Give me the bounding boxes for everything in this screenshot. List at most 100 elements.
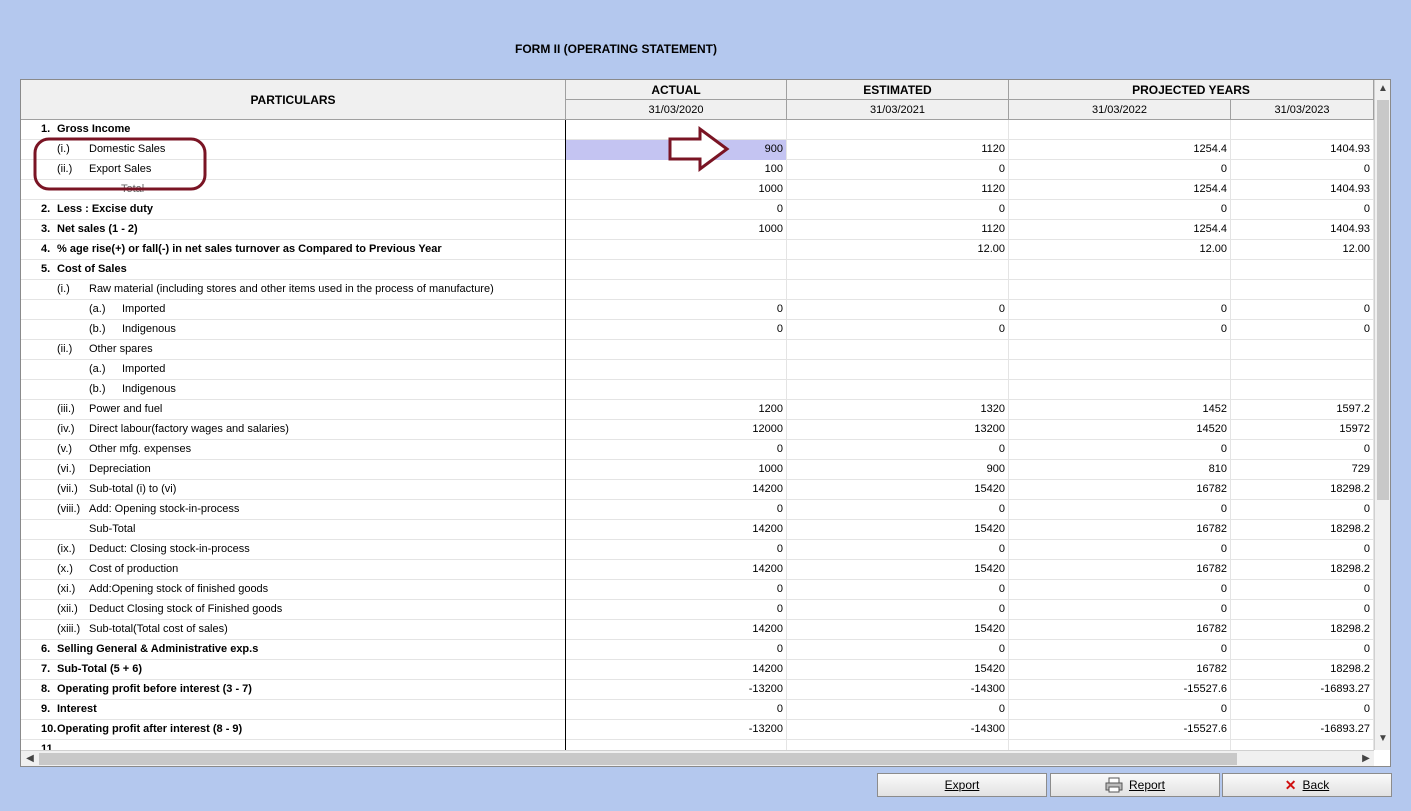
- value-cell[interactable]: -15527.6: [1009, 680, 1231, 700]
- value-cell[interactable]: 0: [1009, 580, 1231, 600]
- value-cell[interactable]: 1404.93: [1231, 220, 1374, 240]
- value-cell[interactable]: -13200: [566, 720, 787, 740]
- table-row[interactable]: (ii.) Export Sales 100 0 0 0: [21, 160, 1374, 180]
- value-cell[interactable]: 0: [566, 700, 787, 720]
- value-cell[interactable]: 18298.2: [1231, 660, 1374, 680]
- value-cell[interactable]: 0: [566, 500, 787, 520]
- table-row[interactable]: 2. Less : Excise duty 0 0 0 0: [21, 200, 1374, 220]
- value-cell[interactable]: 14520: [1009, 420, 1231, 440]
- value-cell[interactable]: [566, 340, 787, 360]
- value-cell[interactable]: 12.00: [1009, 240, 1231, 260]
- table-row[interactable]: (iii.) Power and fuel 1200 1320 1452 1597.2: [21, 400, 1374, 420]
- value-cell[interactable]: 12000: [566, 420, 787, 440]
- value-cell[interactable]: -16893.27: [1231, 680, 1374, 700]
- value-cell[interactable]: [566, 240, 787, 260]
- value-cell[interactable]: 1120: [787, 180, 1009, 200]
- scroll-left-icon[interactable]: ◀: [23, 752, 37, 766]
- vertical-scroll-thumb[interactable]: [1377, 100, 1389, 500]
- value-cell[interactable]: 900: [566, 140, 787, 160]
- value-cell[interactable]: 14200: [566, 560, 787, 580]
- value-cell[interactable]: 0: [787, 580, 1009, 600]
- value-cell[interactable]: 0: [787, 640, 1009, 660]
- value-cell[interactable]: [566, 260, 787, 280]
- value-cell[interactable]: 0: [787, 160, 1009, 180]
- value-cell[interactable]: [1009, 260, 1231, 280]
- table-row[interactable]: (b.) Indigenous 0 0 0 0: [21, 320, 1374, 340]
- value-cell[interactable]: 15420: [787, 620, 1009, 640]
- value-cell[interactable]: 0: [566, 200, 787, 220]
- value-cell[interactable]: 0: [1009, 440, 1231, 460]
- value-cell[interactable]: 0: [1009, 640, 1231, 660]
- value-cell[interactable]: 18298.2: [1231, 480, 1374, 500]
- horizontal-scrollbar[interactable]: ◀ ▶: [21, 750, 1374, 766]
- value-cell[interactable]: 0: [566, 600, 787, 620]
- value-cell[interactable]: 1597.2: [1231, 400, 1374, 420]
- value-cell[interactable]: 0: [1009, 500, 1231, 520]
- value-cell[interactable]: 1320: [787, 400, 1009, 420]
- value-cell[interactable]: 15420: [787, 520, 1009, 540]
- value-cell[interactable]: 1404.93: [1231, 180, 1374, 200]
- value-cell[interactable]: 14200: [566, 660, 787, 680]
- value-cell[interactable]: 1000: [566, 220, 787, 240]
- table-row[interactable]: 5. Cost of Sales: [21, 260, 1374, 280]
- value-cell[interactable]: 18298.2: [1231, 520, 1374, 540]
- value-cell[interactable]: [566, 380, 787, 400]
- value-cell[interactable]: 16782: [1009, 620, 1231, 640]
- export-button[interactable]: Export: [877, 773, 1047, 797]
- value-cell[interactable]: 0: [1231, 580, 1374, 600]
- value-cell[interactable]: [1009, 360, 1231, 380]
- value-cell[interactable]: [787, 280, 1009, 300]
- operating-statement-grid[interactable]: PARTICULARS ACTUAL ESTIMATED PROJECTED Y…: [20, 79, 1391, 767]
- table-row[interactable]: (x.) Cost of production 14200 15420 16782 182…: [21, 560, 1374, 580]
- value-cell[interactable]: [1009, 120, 1231, 140]
- value-cell[interactable]: [1231, 260, 1374, 280]
- value-cell[interactable]: 15420: [787, 560, 1009, 580]
- value-cell[interactable]: 16782: [1009, 520, 1231, 540]
- value-cell[interactable]: 14200: [566, 520, 787, 540]
- value-cell[interactable]: [566, 120, 787, 140]
- table-row[interactable]: (i.) Raw material (including stores and o…: [21, 280, 1374, 300]
- value-cell[interactable]: 0: [1231, 700, 1374, 720]
- value-cell[interactable]: 0: [1231, 640, 1374, 660]
- value-cell[interactable]: 0: [566, 580, 787, 600]
- table-row[interactable]: 9. Interest 0 0 0 0: [21, 700, 1374, 720]
- value-cell[interactable]: 14200: [566, 620, 787, 640]
- value-cell[interactable]: 0: [1009, 160, 1231, 180]
- value-cell[interactable]: [1009, 380, 1231, 400]
- table-row[interactable]: Sub-Total 14200 15420 16782 18298.2: [21, 520, 1374, 540]
- value-cell[interactable]: 0: [787, 600, 1009, 620]
- value-cell[interactable]: 12.00: [1231, 240, 1374, 260]
- value-cell[interactable]: 0: [566, 640, 787, 660]
- value-cell[interactable]: [566, 280, 787, 300]
- value-cell[interactable]: 0: [787, 200, 1009, 220]
- table-row[interactable]: (xii.) Deduct Closing stock of Finished g…: [21, 600, 1374, 620]
- value-cell[interactable]: 0: [1009, 200, 1231, 220]
- table-row[interactable]: (vii.) Sub-total (i) to (vi) 14200 15420 167…: [21, 480, 1374, 500]
- value-cell[interactable]: 0: [1009, 700, 1231, 720]
- value-cell[interactable]: -16893.27: [1231, 720, 1374, 740]
- value-cell[interactable]: 1000: [566, 180, 787, 200]
- value-cell[interactable]: [1231, 120, 1374, 140]
- value-cell[interactable]: 0: [1231, 500, 1374, 520]
- table-row[interactable]: 8. Operating profit before interest (3 - …: [21, 680, 1374, 700]
- value-cell[interactable]: 729: [1231, 460, 1374, 480]
- table-row[interactable]: (v.) Other mfg. expenses 0 0 0 0: [21, 440, 1374, 460]
- value-cell[interactable]: 0: [566, 320, 787, 340]
- table-row[interactable]: (ii.) Other spares: [21, 340, 1374, 360]
- value-cell[interactable]: 1254.4: [1009, 180, 1231, 200]
- vertical-scrollbar[interactable]: ▲ ▼: [1374, 80, 1390, 750]
- value-cell[interactable]: 0: [566, 300, 787, 320]
- table-row[interactable]: 3. Net sales (1 - 2) 1000 1120 1254.4 1404.93: [21, 220, 1374, 240]
- value-cell[interactable]: 16782: [1009, 480, 1231, 500]
- table-row[interactable]: (iv.) Direct labour(factory wages and sal…: [21, 420, 1374, 440]
- value-cell[interactable]: 0: [566, 440, 787, 460]
- table-row[interactable]: (vi.) Depreciation 1000 900 810 729: [21, 460, 1374, 480]
- table-row[interactable]: (ix.) Deduct: Closing stock-in-process 0 0 0…: [21, 540, 1374, 560]
- value-cell[interactable]: 0: [787, 320, 1009, 340]
- value-cell[interactable]: 0: [1009, 300, 1231, 320]
- value-cell[interactable]: -15527.6: [1009, 720, 1231, 740]
- scroll-up-icon[interactable]: ▲: [1376, 82, 1390, 96]
- value-cell[interactable]: 15420: [787, 660, 1009, 680]
- value-cell[interactable]: -13200: [566, 680, 787, 700]
- value-cell[interactable]: 100: [566, 160, 787, 180]
